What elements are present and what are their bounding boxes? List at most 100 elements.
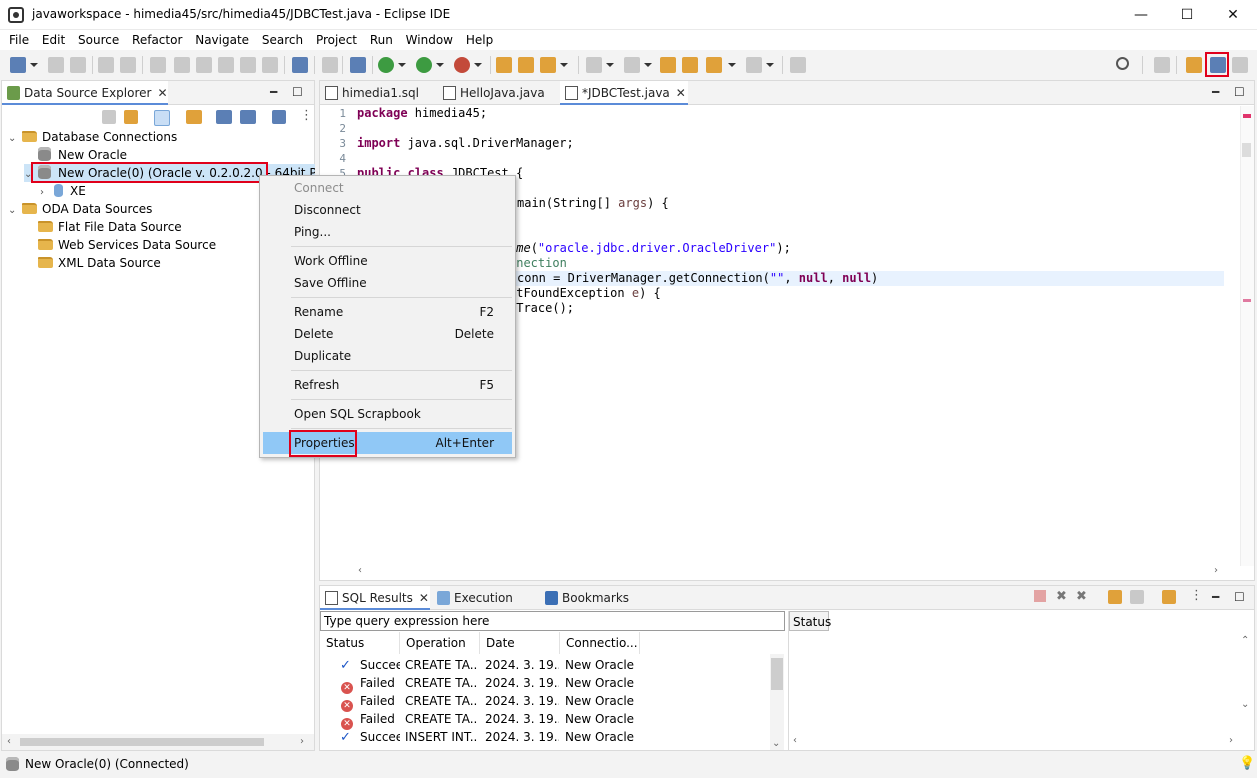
editor-horizontal-scrollbar[interactable]: ‹ › (354, 565, 1240, 579)
table-row[interactable]: ✕ Failed CREATE TA... 2024. 3. 19... New… (320, 710, 770, 730)
scroll-left-icon[interactable]: ‹ (358, 565, 362, 576)
menu-item-work-offline[interactable]: Work Offline (263, 250, 512, 272)
menu-item-refresh[interactable]: Refresh F5 (263, 374, 512, 396)
prev-annotation-dropdown-icon[interactable] (644, 63, 652, 67)
java-perspective-icon[interactable] (1232, 57, 1248, 73)
tree-xml[interactable]: XML Data Source (38, 254, 161, 272)
minimize-button[interactable]: — (1118, 0, 1164, 30)
remove-all-icon[interactable]: ✖ (1076, 589, 1087, 604)
maximize-view-icon[interactable]: ☐ (1234, 590, 1245, 604)
undo-icon[interactable] (98, 57, 114, 73)
wand-dropdown-icon[interactable] (560, 63, 568, 67)
column-header-date[interactable]: Date (480, 632, 560, 654)
forward-icon[interactable] (746, 57, 762, 73)
close-button[interactable]: ✕ (1210, 0, 1256, 30)
tree-database-connections[interactable]: ⌄ Database Connections (8, 128, 177, 146)
tree-flat-file[interactable]: Flat File Data Source (38, 218, 182, 236)
tree-oda-data-sources[interactable]: ⌄ ODA Data Sources (8, 200, 152, 218)
tree-xe[interactable]: › XE (40, 182, 86, 200)
scroll-right-icon[interactable]: › (300, 736, 304, 747)
status-tab[interactable]: Status (789, 611, 831, 631)
menu-item-duplicate[interactable]: Duplicate (263, 345, 512, 367)
menu-item-ping[interactable]: Ping... (263, 221, 512, 243)
menu-edit[interactable]: Edit (42, 30, 65, 50)
last-edit-icon[interactable] (660, 57, 676, 73)
code-line-1[interactable]: package himedia45; (357, 106, 487, 121)
tree-web-services[interactable]: Web Services Data Source (38, 236, 216, 254)
debug-dropdown-icon[interactable] (398, 63, 406, 67)
remove-icon[interactable]: ✖ (1056, 589, 1067, 604)
pin-editor-icon[interactable] (790, 57, 806, 73)
results-vertical-scrollbar[interactable]: ⌄ (770, 654, 784, 750)
tab-bookmarks[interactable]: Bookmarks (540, 586, 640, 610)
tab-jdbctest[interactable]: *JDBCTest.java ✕ (560, 81, 688, 105)
table-row[interactable]: ✕ Failed CREATE TA... 2024. 3. 19... New… (320, 674, 770, 694)
close-icon[interactable]: ✕ (419, 591, 429, 605)
console-icon[interactable] (292, 57, 308, 73)
table-row[interactable]: ✕ Failed CREATE TA... 2024. 3. 19... New… (320, 692, 770, 712)
menu-run[interactable]: Run (370, 30, 393, 50)
save-view-icon[interactable] (272, 110, 286, 124)
table-row[interactable]: ✓ Succeeded CREATE TA... 2024. 3. 19... … (320, 656, 770, 674)
new-connection-icon[interactable] (186, 110, 202, 124)
column-header-connection[interactable]: Connectio... (560, 632, 640, 654)
menu-navigate[interactable]: Navigate (195, 30, 249, 50)
save-all-icon[interactable] (70, 57, 86, 73)
new-icon[interactable] (10, 57, 26, 73)
export-icon[interactable] (240, 110, 256, 124)
close-icon[interactable]: ✕ (157, 86, 167, 100)
link-icon[interactable] (124, 110, 138, 124)
tab-himedia1-sql[interactable]: himedia1.sql (320, 81, 438, 105)
next-annotation-dropdown-icon[interactable] (606, 63, 614, 67)
prev-annotation-icon[interactable] (624, 57, 640, 73)
maximize-button[interactable]: ☐ (1164, 0, 1210, 30)
minimize-view-icon[interactable]: ━ (270, 85, 277, 99)
menu-source[interactable]: Source (78, 30, 119, 50)
tab-execution-plan[interactable]: Execution Plan (432, 586, 540, 629)
scroll-down-icon[interactable]: ⌄ (772, 738, 780, 749)
next-annotation-icon[interactable] (586, 57, 602, 73)
scroll-up-icon[interactable]: ⌃ (1241, 635, 1249, 646)
forward-edit-icon[interactable] (682, 57, 698, 73)
table-row[interactable]: ✓ Succeeded INSERT INT... 2024. 3. 19...… (320, 728, 770, 746)
pen-icon[interactable] (174, 57, 190, 73)
menu-refactor[interactable]: Refactor (132, 30, 182, 50)
menu-item-delete[interactable]: Delete Delete (263, 323, 512, 345)
mark-icon[interactable] (196, 57, 212, 73)
sql-file-icon[interactable] (350, 57, 366, 73)
scroll-left-icon[interactable]: ‹ (7, 736, 11, 747)
menu-item-rename[interactable]: Rename F2 (263, 301, 512, 323)
debug-icon[interactable] (378, 57, 394, 73)
open-folder-icon[interactable] (518, 57, 534, 73)
menu-window[interactable]: Window (406, 30, 453, 50)
back-icon[interactable] (706, 57, 722, 73)
menu-file[interactable]: File (9, 30, 29, 50)
maximize-editor-icon[interactable]: ☐ (1234, 85, 1245, 99)
view-menu-icon[interactable]: ⋮ (300, 108, 313, 123)
external-dropdown-icon[interactable] (474, 63, 482, 67)
open-perspective-icon[interactable] (1154, 57, 1170, 73)
minimize-editor-icon[interactable]: ━ (1212, 85, 1219, 99)
explorer-horizontal-scrollbar[interactable]: ‹ › (2, 734, 314, 750)
open-file-icon[interactable] (1108, 590, 1122, 604)
scroll-thumb[interactable] (771, 658, 783, 690)
import-icon[interactable] (216, 110, 232, 124)
chevron-down-icon[interactable]: ⌄ (8, 130, 22, 148)
hint-icon[interactable] (150, 57, 166, 73)
close-icon[interactable]: ✕ (676, 86, 686, 100)
run-icon[interactable] (416, 57, 432, 73)
scroll-thumb[interactable] (1242, 143, 1251, 157)
new-dropdown-icon[interactable] (30, 63, 38, 67)
column-header-operation[interactable]: Operation (400, 632, 480, 654)
menu-search[interactable]: Search (262, 30, 303, 50)
forward-dropdown-icon[interactable] (766, 63, 774, 67)
menu-item-save-offline[interactable]: Save Offline (263, 272, 512, 294)
tab-hellojava[interactable]: HelloJava.java (438, 81, 556, 105)
document-icon[interactable] (1130, 590, 1144, 604)
menu-item-open-sql-scrapbook[interactable]: Open SQL Scrapbook (263, 403, 512, 425)
menu-item-disconnect[interactable]: Disconnect (263, 199, 512, 221)
wand-icon[interactable] (540, 57, 556, 73)
collapse-all-icon[interactable] (102, 110, 116, 124)
back-dropdown-icon[interactable] (728, 63, 736, 67)
scroll-left-icon[interactable]: ‹ (793, 735, 797, 746)
